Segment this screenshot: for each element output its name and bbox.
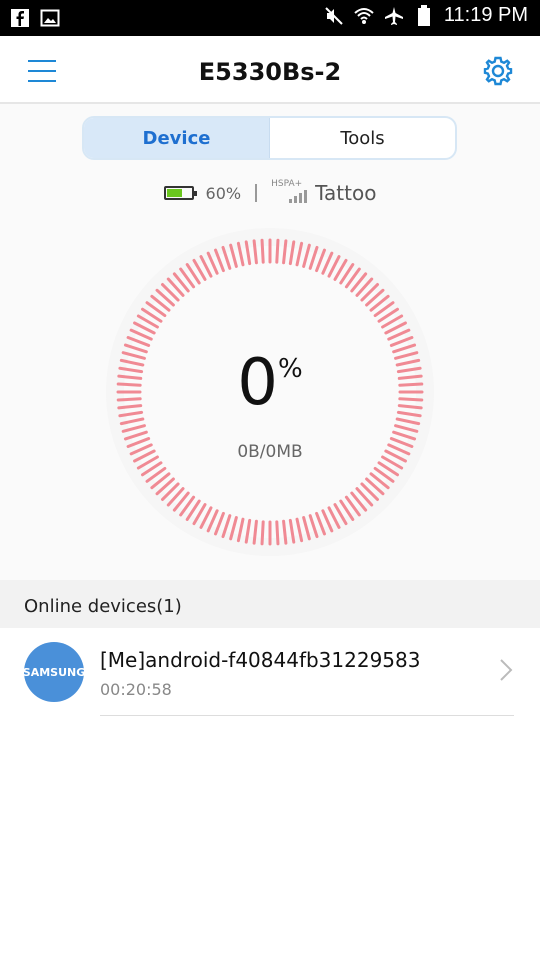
device-status: 60% HSPA+ Tattoo: [0, 179, 540, 206]
gear-icon[interactable]: [482, 55, 514, 87]
divider: [100, 715, 514, 716]
battery-percent: 60%: [205, 183, 242, 203]
facebook-icon: [10, 8, 30, 28]
tab-device[interactable]: Device: [84, 118, 270, 158]
page-title: E5330Bs-2: [198, 58, 342, 86]
chevron-right-icon: [500, 659, 513, 681]
connection-duration: 00:20:58: [100, 680, 172, 699]
status-time: 11:19 PM: [443, 4, 528, 26]
gauge-tick: [260, 520, 265, 546]
image-icon: [40, 8, 60, 28]
divider: [255, 184, 258, 202]
list-item[interactable]: SAMSUNG [Me]android-f40844fb31229583 00:…: [0, 628, 540, 718]
tab-tools[interactable]: Tools: [270, 118, 455, 158]
usage-amount: 0B/0MB: [237, 442, 303, 462]
gauge-tick: [275, 238, 280, 264]
usage-percent-value: 0: [237, 346, 278, 420]
usage-percent: 0%: [104, 346, 436, 420]
wifi-icon: [354, 6, 374, 26]
battery-icon: [414, 4, 434, 26]
signal-icon: HSPA+: [271, 179, 308, 205]
tab-bar: Device Tools: [82, 116, 457, 160]
gauge-tick: [260, 238, 265, 264]
carrier-name: Tattoo: [315, 181, 377, 205]
gauge-tick: [275, 520, 280, 546]
battery-icon: [163, 186, 197, 200]
airplane-icon: [384, 6, 404, 26]
device-name: [Me]android-f40844fb31229583: [100, 648, 421, 672]
section-title: Online devices(1): [24, 596, 182, 617]
status-bar: 11:19 PM: [0, 0, 540, 36]
avatar: SAMSUNG: [23, 642, 85, 702]
online-devices-header: Online devices(1): [0, 580, 540, 628]
network-type: HSPA+: [271, 179, 303, 189]
empty-area: [0, 718, 540, 960]
usage-gauge: 0% 0B/0MB: [104, 226, 436, 558]
mute-icon: [324, 6, 344, 26]
battery-level: [166, 189, 183, 197]
usage-percent-symbol: %: [278, 354, 303, 384]
app-bar: E5330Bs-2: [0, 36, 540, 104]
